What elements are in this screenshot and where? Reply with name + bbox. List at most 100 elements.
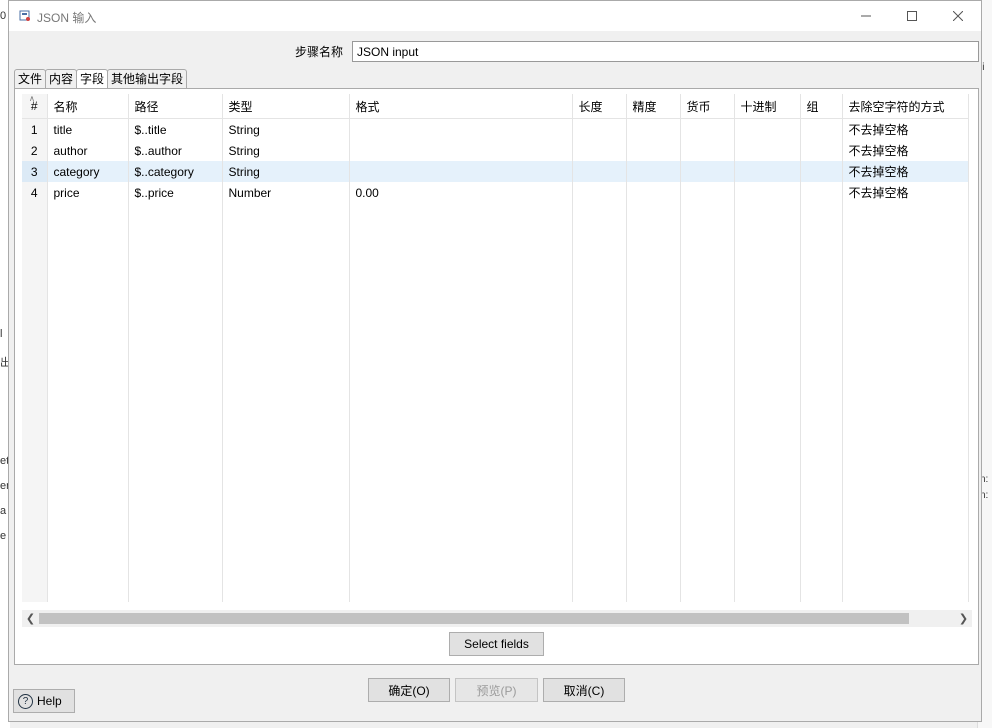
table-cell[interactable]	[680, 161, 735, 182]
table-cell[interactable]	[734, 266, 801, 287]
table-cell[interactable]	[128, 245, 223, 266]
table-cell[interactable]	[572, 266, 627, 287]
table-cell[interactable]	[734, 560, 801, 581]
table-cell[interactable]	[734, 140, 801, 161]
table-cell[interactable]	[734, 245, 801, 266]
table-cell[interactable]	[222, 287, 350, 308]
table-cell[interactable]	[572, 434, 627, 455]
table-cell[interactable]	[349, 518, 573, 539]
table-cell[interactable]	[349, 476, 573, 497]
table-cell[interactable]	[800, 266, 843, 287]
table-cell[interactable]	[734, 287, 801, 308]
table-cell[interactable]	[626, 182, 681, 203]
table-cell[interactable]	[222, 560, 350, 581]
table-row[interactable]	[22, 329, 969, 350]
table-cell[interactable]	[800, 182, 843, 203]
table-cell[interactable]	[572, 413, 627, 434]
table-cell[interactable]	[222, 329, 350, 350]
table-cell[interactable]: 0.00	[349, 182, 573, 203]
select-fields-button[interactable]: Select fields	[449, 632, 544, 656]
table-cell[interactable]	[626, 539, 681, 560]
table-cell[interactable]	[222, 581, 350, 602]
table-row[interactable]	[22, 539, 969, 560]
table-cell[interactable]	[47, 581, 129, 602]
table-cell[interactable]	[734, 455, 801, 476]
table-cell[interactable]	[626, 329, 681, 350]
table-cell[interactable]	[800, 539, 843, 560]
table-cell[interactable]	[626, 350, 681, 371]
table-cell[interactable]	[222, 392, 350, 413]
column-header[interactable]: 组	[800, 94, 843, 119]
table-cell[interactable]	[349, 434, 573, 455]
table-row[interactable]	[22, 476, 969, 497]
table-cell[interactable]	[128, 497, 223, 518]
ok-button[interactable]: 确定(O)	[368, 678, 450, 702]
table-cell[interactable]	[47, 245, 129, 266]
table-row[interactable]	[22, 434, 969, 455]
table-cell[interactable]	[734, 413, 801, 434]
table-cell[interactable]	[47, 329, 129, 350]
table-cell[interactable]	[800, 560, 843, 581]
table-cell[interactable]	[842, 266, 969, 287]
table-cell[interactable]	[680, 476, 735, 497]
table-cell[interactable]	[222, 371, 350, 392]
table-cell[interactable]: 不去掉空格	[842, 140, 969, 161]
table-cell[interactable]	[626, 203, 681, 224]
table-cell[interactable]	[680, 287, 735, 308]
table-row[interactable]: 3 category $..category String 不去掉空格	[22, 161, 969, 182]
table-cell[interactable]	[680, 497, 735, 518]
table-cell[interactable]	[800, 392, 843, 413]
table-cell[interactable]: price	[47, 182, 129, 203]
table-cell[interactable]	[222, 539, 350, 560]
table-cell[interactable]	[680, 182, 735, 203]
table-cell[interactable]	[572, 371, 627, 392]
table-cell[interactable]	[842, 203, 969, 224]
table-row[interactable]	[22, 392, 969, 413]
column-header[interactable]: 类型	[222, 94, 350, 119]
table-cell[interactable]	[222, 350, 350, 371]
table-cell[interactable]	[47, 266, 129, 287]
table-cell[interactable]	[128, 350, 223, 371]
table-cell[interactable]	[680, 455, 735, 476]
table-cell[interactable]	[47, 413, 129, 434]
table-cell[interactable]	[128, 329, 223, 350]
table-cell[interactable]	[680, 329, 735, 350]
table-cell[interactable]	[800, 455, 843, 476]
column-header[interactable]: 路径	[128, 94, 223, 119]
table-cell[interactable]: 不去掉空格	[842, 118, 969, 140]
table-cell[interactable]	[47, 203, 129, 224]
table-cell[interactable]	[680, 413, 735, 434]
table-row[interactable]	[22, 560, 969, 581]
table-cell[interactable]	[842, 224, 969, 245]
table-cell[interactable]	[572, 308, 627, 329]
horizontal-scrollbar[interactable]: ❮ ❯	[22, 610, 972, 627]
table-cell[interactable]	[128, 287, 223, 308]
table-cell[interactable]	[349, 266, 573, 287]
table-cell[interactable]	[680, 434, 735, 455]
table-cell[interactable]	[680, 224, 735, 245]
table-cell[interactable]	[734, 581, 801, 602]
table-cell[interactable]	[800, 413, 843, 434]
maximize-button[interactable]	[889, 1, 935, 31]
table-cell[interactable]	[128, 560, 223, 581]
table-cell[interactable]	[842, 518, 969, 539]
table-cell[interactable]	[222, 497, 350, 518]
table-row[interactable]	[22, 581, 969, 602]
table-cell[interactable]	[572, 581, 627, 602]
table-cell[interactable]	[734, 434, 801, 455]
table-row[interactable]	[22, 203, 969, 224]
table-cell[interactable]	[842, 581, 969, 602]
table-cell[interactable]	[222, 308, 350, 329]
table-cell[interactable]	[626, 245, 681, 266]
table-cell[interactable]	[680, 118, 735, 140]
table-cell[interactable]	[800, 581, 843, 602]
table-cell[interactable]	[680, 560, 735, 581]
table-cell[interactable]	[842, 245, 969, 266]
table-cell[interactable]	[128, 266, 223, 287]
table-cell[interactable]	[800, 371, 843, 392]
table-cell[interactable]	[572, 560, 627, 581]
table-cell[interactable]	[842, 497, 969, 518]
table-cell[interactable]	[626, 371, 681, 392]
table-cell[interactable]	[349, 392, 573, 413]
close-button[interactable]	[935, 1, 981, 31]
